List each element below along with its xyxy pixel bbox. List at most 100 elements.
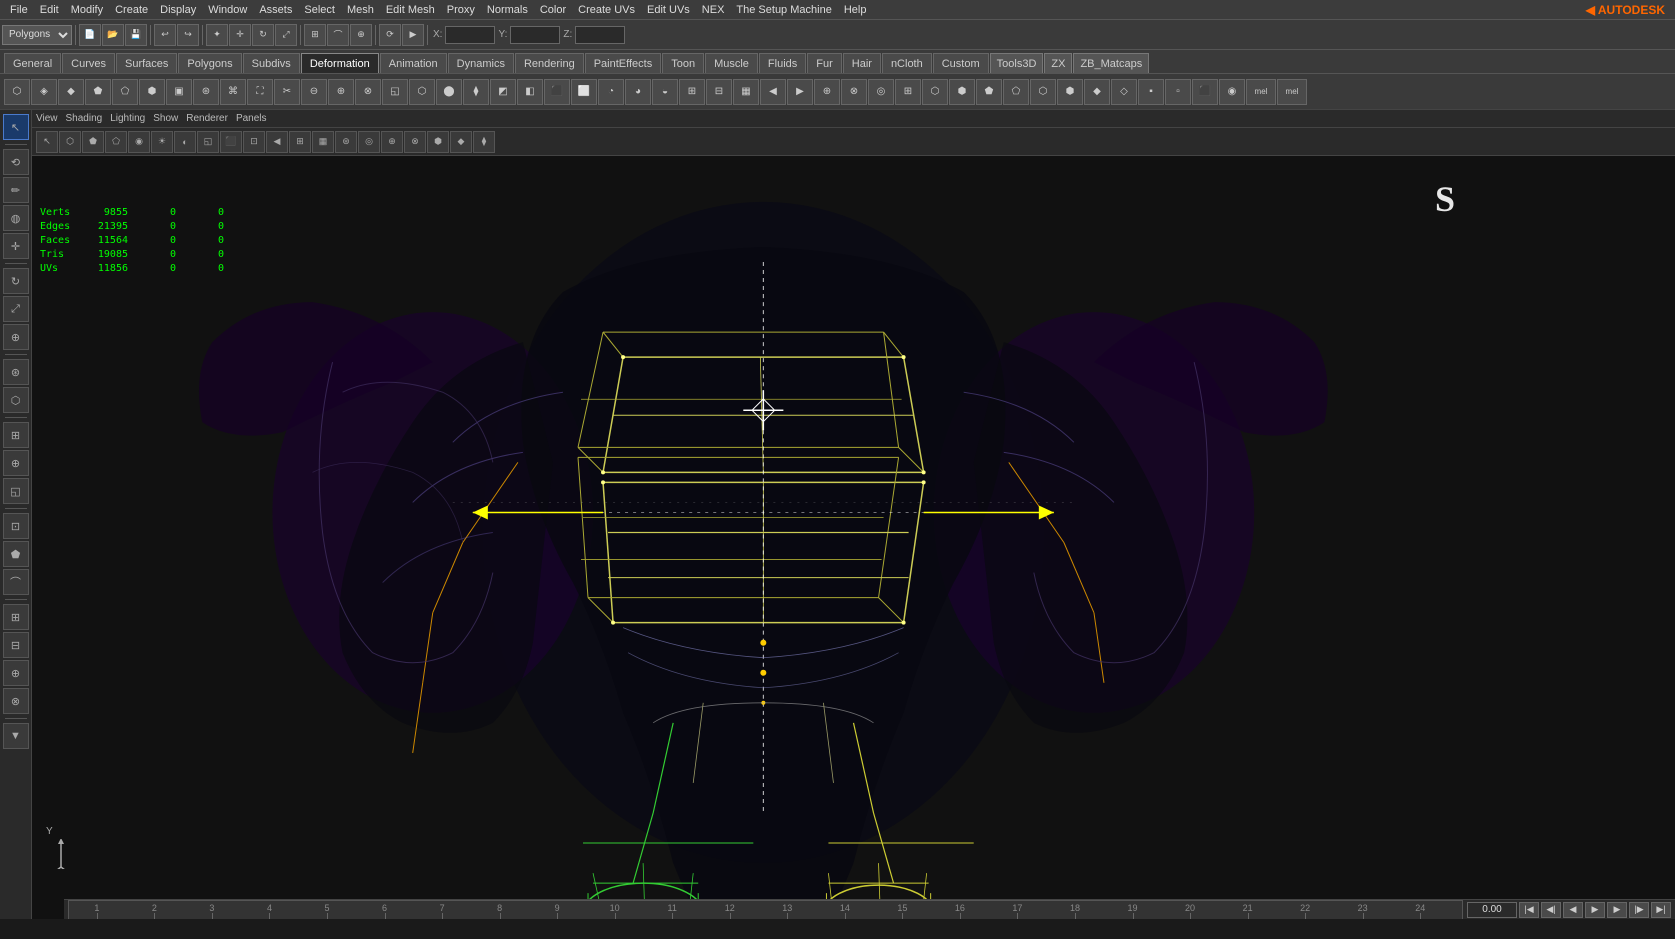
menu-display[interactable]: Display (154, 4, 202, 16)
tl-start-btn[interactable]: |◀ (1519, 902, 1539, 918)
shelf-icon-34[interactable]: ⊞ (895, 79, 921, 105)
menu-nex[interactable]: NEX (696, 4, 731, 16)
shelf-icon-17[interactable]: ⬤ (436, 79, 462, 105)
shelf-icon-15[interactable]: ◱ (382, 79, 408, 105)
tab-zb-matcaps[interactable]: ZB_Matcaps (1073, 53, 1149, 73)
tab-fluids[interactable]: Fluids (759, 53, 806, 73)
vp-menu-view[interactable]: View (36, 113, 58, 124)
vp-icon-hud[interactable]: ⊛ (335, 131, 357, 153)
shelf-icon-mel[interactable]: mel (1246, 79, 1276, 105)
tl-next-frame-btn[interactable]: ▶ (1607, 902, 1627, 918)
scale-tool-btn[interactable]: ⤢ (3, 296, 29, 322)
vp-icon-back[interactable]: ⊡ (243, 131, 265, 153)
open-file-button[interactable]: 📂 (102, 24, 124, 46)
scale-tool-button[interactable]: ⤢ (275, 24, 297, 46)
tab-fur[interactable]: Fur (807, 53, 842, 73)
tab-deformation[interactable]: Deformation (301, 53, 379, 73)
hair-btn[interactable]: ⌒ (3, 569, 29, 595)
menu-create-uvs[interactable]: Create UVs (572, 4, 641, 16)
menu-setup-machine[interactable]: The Setup Machine (730, 4, 837, 16)
cloth-btn[interactable]: ⬟ (3, 541, 29, 567)
shelf-icon-41[interactable]: ◆ (1084, 79, 1110, 105)
snap-point-button[interactable]: ⊕ (350, 24, 372, 46)
shelf-icon-40[interactable]: ⬢ (1057, 79, 1083, 105)
shelf-icon-30[interactable]: ▶ (787, 79, 813, 105)
move-tool-button[interactable]: ✛ (229, 24, 251, 46)
shelf-icon-44[interactable]: ▫ (1165, 79, 1191, 105)
vp-icon-extra2[interactable]: ◆ (450, 131, 472, 153)
rotate-tool-btn[interactable]: ↻ (3, 268, 29, 294)
redo-button[interactable]: ↪ (177, 24, 199, 46)
vp-icon-isolate[interactable]: ◎ (358, 131, 380, 153)
vp-icon-xray[interactable]: ◱ (197, 131, 219, 153)
snap-surface-btn[interactable]: ◱ (3, 478, 29, 504)
extra-btn-1[interactable]: ⊞ (3, 604, 29, 630)
snap-curve-button[interactable]: ⌒ (327, 24, 349, 46)
shelf-icon-33[interactable]: ◎ (868, 79, 894, 105)
menu-edit-uvs[interactable]: Edit UVs (641, 4, 696, 16)
shelf-icon-39[interactable]: ⬡ (1030, 79, 1056, 105)
tab-curves[interactable]: Curves (62, 53, 115, 73)
shelf-icon-24[interactable]: ◕ (625, 79, 651, 105)
shelf-icon-46[interactable]: ◉ (1219, 79, 1245, 105)
vp-menu-lighting[interactable]: Lighting (110, 113, 145, 124)
shelf-icon-36[interactable]: ⬢ (949, 79, 975, 105)
shelf-icon-22[interactable]: ⬜ (571, 79, 597, 105)
y-coord-input[interactable] (510, 26, 560, 44)
snap-grid-button[interactable]: ⊞ (304, 24, 326, 46)
paint-tool-btn[interactable]: ✏ (3, 177, 29, 203)
camera-tool-btn[interactable]: ⊡ (3, 513, 29, 539)
vp-icon-wire[interactable]: ⬡ (59, 131, 81, 153)
shelf-icon-42[interactable]: ◇ (1111, 79, 1137, 105)
shelf-icon-25[interactable]: ◒ (652, 79, 678, 105)
shelf-icon-26[interactable]: ⊞ (679, 79, 705, 105)
shelf-icon-27[interactable]: ⊟ (706, 79, 732, 105)
extra-btn-3[interactable]: ⊕ (3, 660, 29, 686)
tab-painteffects[interactable]: PaintEffects (585, 53, 662, 73)
vp-icon-smooth[interactable]: ⬟ (82, 131, 104, 153)
shelf-icon-20[interactable]: ◧ (517, 79, 543, 105)
shelf-icon-45[interactable]: ⬛ (1192, 79, 1218, 105)
menu-assets[interactable]: Assets (253, 4, 298, 16)
shelf-icon-13[interactable]: ⊕ (328, 79, 354, 105)
extra-btn-4[interactable]: ⊗ (3, 688, 29, 714)
shelf-icon-12[interactable]: ⊖ (301, 79, 327, 105)
tab-rendering[interactable]: Rendering (515, 53, 584, 73)
tl-end-btn[interactable]: ▶| (1651, 902, 1671, 918)
x-coord-input[interactable] (445, 26, 495, 44)
tab-general[interactable]: General (4, 53, 61, 73)
shelf-icon-38[interactable]: ⬠ (1003, 79, 1029, 105)
tab-zx[interactable]: ZX (1044, 53, 1072, 73)
menu-normals[interactable]: Normals (481, 4, 534, 16)
tab-animation[interactable]: Animation (380, 53, 447, 73)
tab-subdivs[interactable]: Subdivs (243, 53, 300, 73)
soft-select-btn[interactable]: ⊛ (3, 359, 29, 385)
vp-icon-2d[interactable]: ⊞ (289, 131, 311, 153)
vp-icon-textured[interactable]: ◉ (128, 131, 150, 153)
sculpt-tool-btn[interactable]: ◍ (3, 205, 29, 231)
menu-edit-mesh[interactable]: Edit Mesh (380, 4, 441, 16)
menu-modify[interactable]: Modify (65, 4, 109, 16)
save-file-button[interactable]: 💾 (125, 24, 147, 46)
vp-menu-panels[interactable]: Panels (236, 113, 267, 124)
menu-file[interactable]: File (4, 4, 34, 16)
menu-help[interactable]: Help (838, 4, 873, 16)
render-button[interactable]: ▶ (402, 24, 424, 46)
shelf-icon-19[interactable]: ◩ (490, 79, 516, 105)
menu-mesh[interactable]: Mesh (341, 4, 380, 16)
shelf-icon-4[interactable]: ⬟ (85, 79, 111, 105)
shelf-icon-16[interactable]: ⬡ (409, 79, 435, 105)
z-coord-input[interactable] (575, 26, 625, 44)
tab-ncloth[interactable]: nCloth (882, 53, 932, 73)
current-time-input[interactable] (1467, 902, 1517, 918)
undo-button[interactable]: ↩ (154, 24, 176, 46)
vp-icon-bbox[interactable]: ⬛ (220, 131, 242, 153)
vp-menu-renderer[interactable]: Renderer (186, 113, 228, 124)
expand-btn[interactable]: ▼ (3, 723, 29, 749)
canvas-area[interactable]: Verts 9855 0 0 Edges 21395 0 0 Faces 115… (32, 156, 1675, 919)
universal-tool-btn[interactable]: ⊕ (3, 324, 29, 350)
shelf-icon-3[interactable]: ◆ (58, 79, 84, 105)
shelf-icon-32[interactable]: ⊗ (841, 79, 867, 105)
tab-muscle[interactable]: Muscle (705, 53, 758, 73)
tab-dynamics[interactable]: Dynamics (448, 53, 514, 73)
